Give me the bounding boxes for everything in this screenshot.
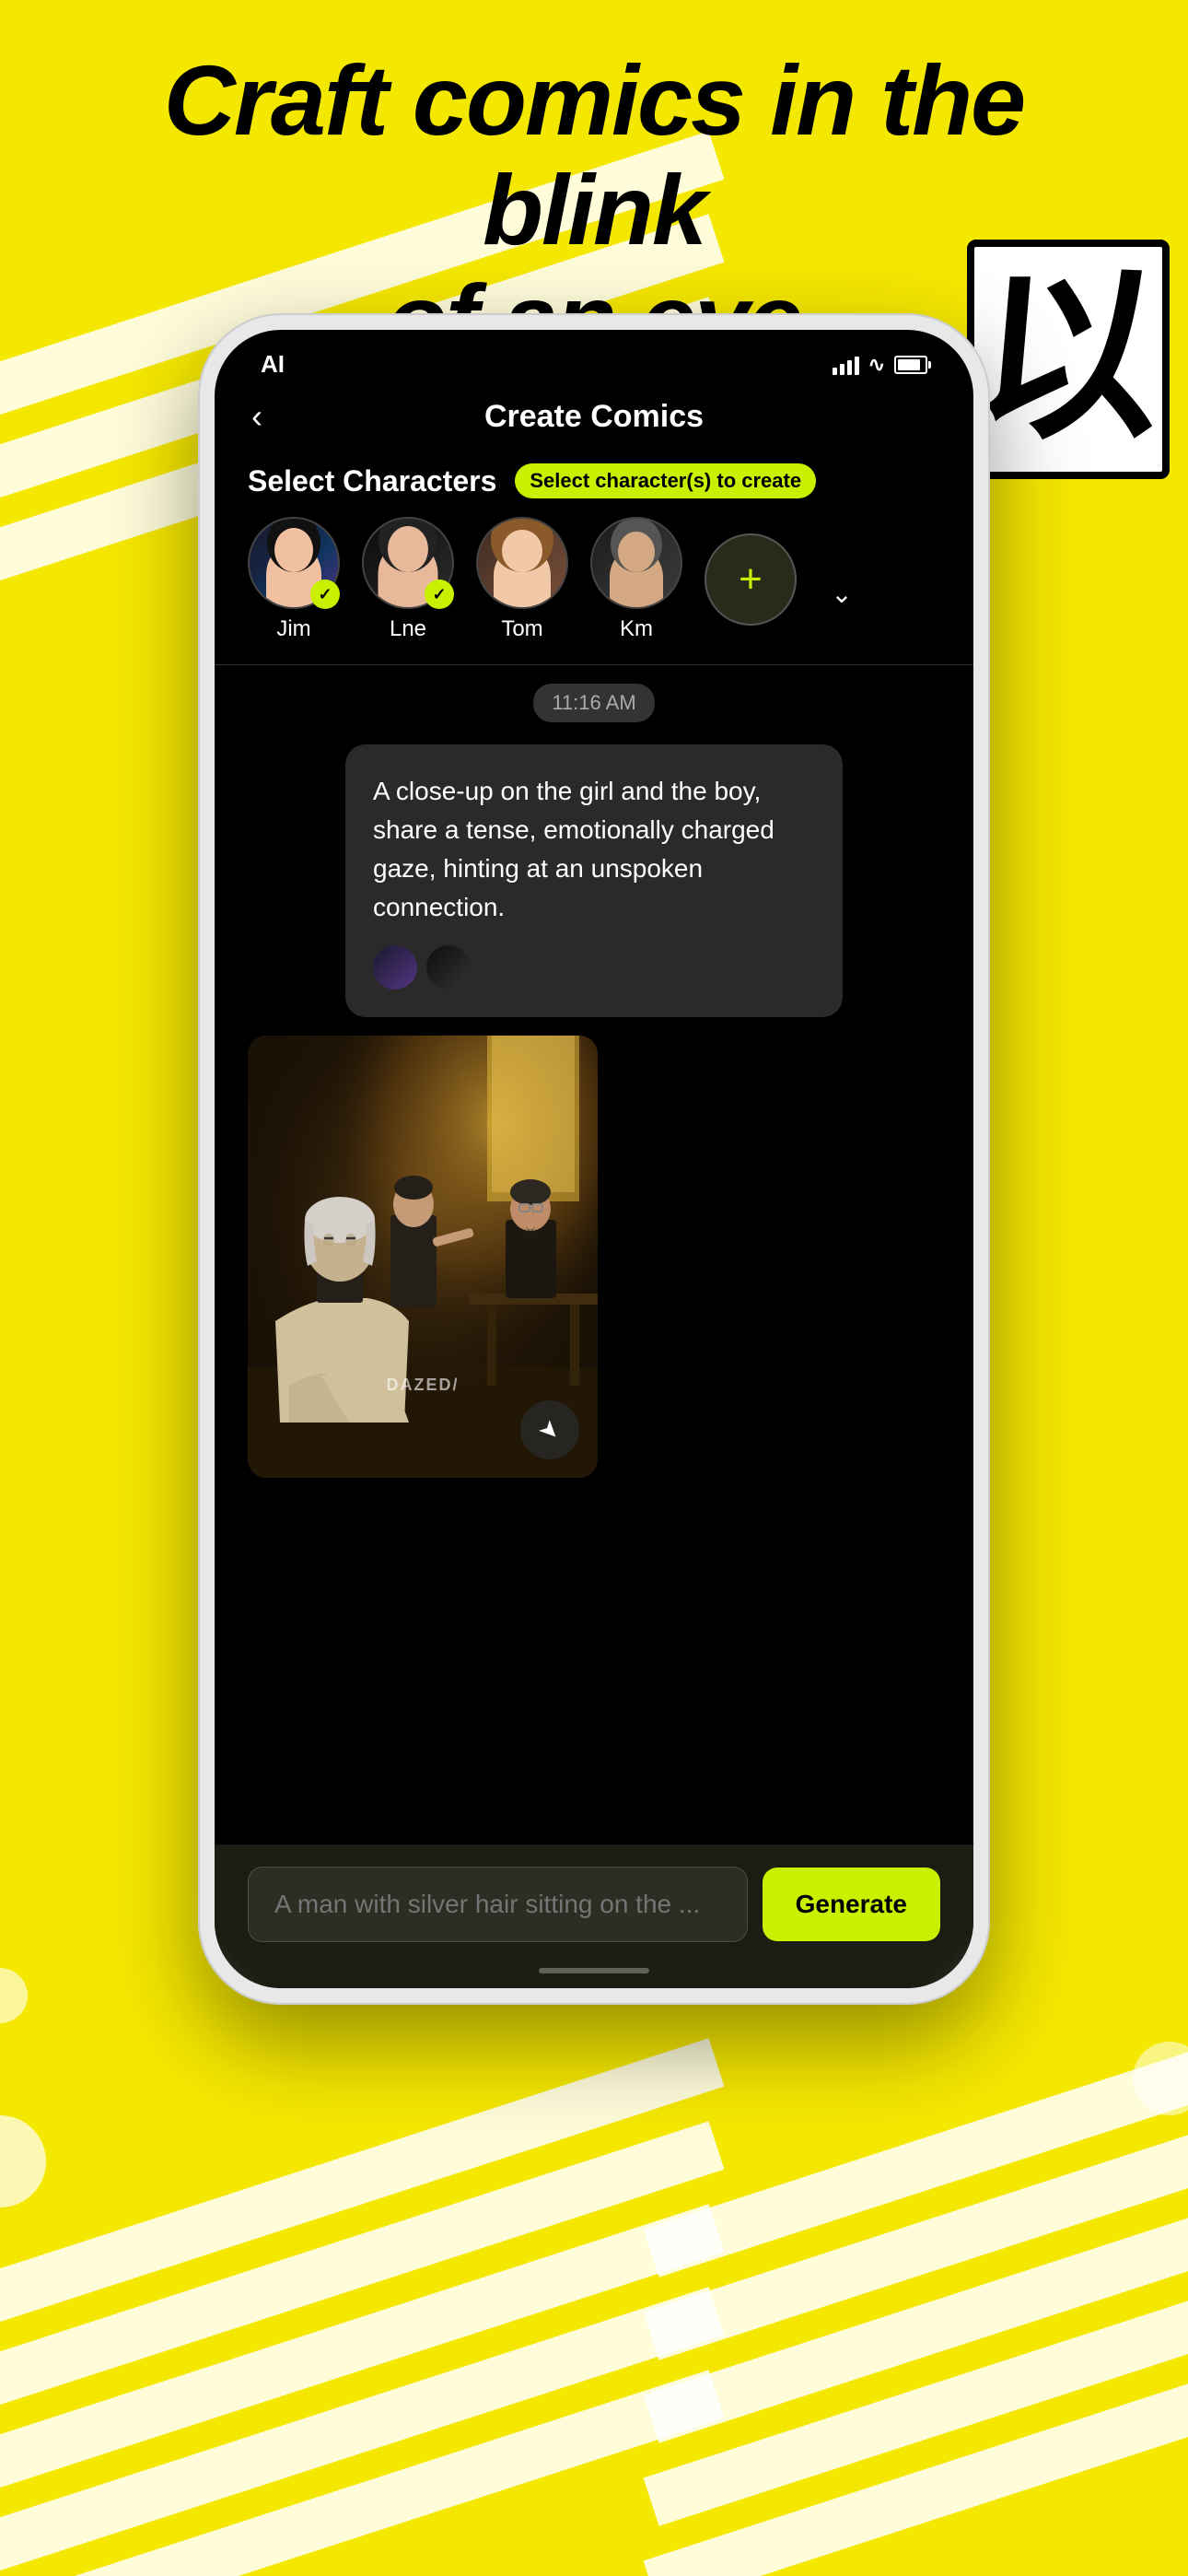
character-lne-name: Lne [390, 616, 426, 642]
characters-section: Select Characters Select character(s) to… [215, 454, 973, 642]
timestamp: 11:16 AM [248, 684, 940, 722]
characters-list: ✓ Jim ✓ Lne [248, 517, 940, 642]
nav-title: Create Comics [484, 399, 704, 435]
battery-icon [894, 356, 927, 374]
scroll-indicator [539, 1968, 649, 1973]
select-badge: Select character(s) to create [515, 463, 816, 498]
headline-line1: Craft comics in the blink [164, 44, 1024, 265]
character-tom[interactable]: Tom [476, 517, 568, 642]
watermark: DAZED/ [387, 1376, 460, 1395]
character-jim-name: Jim [276, 616, 310, 642]
signal-bar [847, 360, 852, 375]
character-km[interactable]: Km [590, 517, 682, 642]
phone-notch [502, 330, 686, 361]
avatar-km [590, 517, 682, 609]
wifi-icon: ∿ [868, 353, 885, 377]
avatar-tom [476, 517, 568, 609]
send-button[interactable]: ➤ [520, 1400, 579, 1459]
avatar-tom-wrapper [476, 517, 568, 609]
signal-bar [840, 364, 844, 375]
avatar-jim-wrapper: ✓ [248, 517, 340, 609]
signal-icon [833, 355, 859, 375]
message-avatar-lne [426, 945, 471, 989]
battery-fill [898, 359, 920, 370]
signal-bar [833, 368, 837, 375]
nav-bar: ‹ Create Comics [215, 388, 973, 454]
divider [215, 664, 973, 665]
back-button[interactable]: ‹ [251, 397, 297, 436]
add-character-button[interactable]: + [705, 533, 797, 626]
message-bubble: A close-up on the girl and the boy, shar… [345, 744, 843, 1017]
characters-header: Select Characters Select character(s) to… [248, 463, 940, 498]
comic-char: 以 [968, 267, 1169, 451]
generate-button[interactable]: Generate [763, 1868, 940, 1941]
message-avatars [373, 945, 815, 989]
signal-bar [855, 357, 859, 375]
generated-image: DAZED/ ➤ [248, 1036, 598, 1478]
status-icons: ∿ [833, 353, 927, 377]
avatar-lne-check: ✓ [425, 580, 454, 609]
avatar-lne-wrapper: ✓ [362, 517, 454, 609]
chat-area: 11:16 AM A close-up on the girl and the … [215, 684, 973, 1017]
phone-frame: AI ∿ ‹ Create Comics [198, 313, 990, 2005]
character-lne[interactable]: ✓ Lne [362, 517, 454, 642]
character-tom-name: Tom [501, 616, 542, 642]
character-km-name: Km [620, 616, 653, 642]
timestamp-badge: 11:16 AM [533, 684, 654, 722]
avatar-jim-check: ✓ [310, 580, 340, 609]
bottom-input-bar: Generate [215, 1844, 973, 1988]
avatar-km-wrapper [590, 517, 682, 609]
status-ai-label: AI [261, 350, 285, 379]
comic-decoration: 以 [967, 240, 1170, 479]
add-character-item[interactable]: + [705, 533, 797, 626]
character-jim[interactable]: ✓ Jim [248, 517, 340, 642]
phone-screen: AI ∿ ‹ Create Comics [215, 330, 973, 1988]
send-icon: ➤ [532, 1412, 566, 1446]
phone-wrapper: AI ∿ ‹ Create Comics [198, 313, 990, 2005]
message-text: A close-up on the girl and the boy, shar… [373, 772, 815, 927]
prompt-input[interactable] [248, 1867, 748, 1942]
generated-image-container: DAZED/ ➤ [215, 1036, 973, 1496]
characters-dropdown[interactable]: ⌄ [819, 570, 865, 616]
message-avatar-jim [373, 945, 417, 989]
select-characters-label: Select Characters [248, 464, 496, 498]
comic-decoration-box: 以 [967, 240, 1170, 479]
